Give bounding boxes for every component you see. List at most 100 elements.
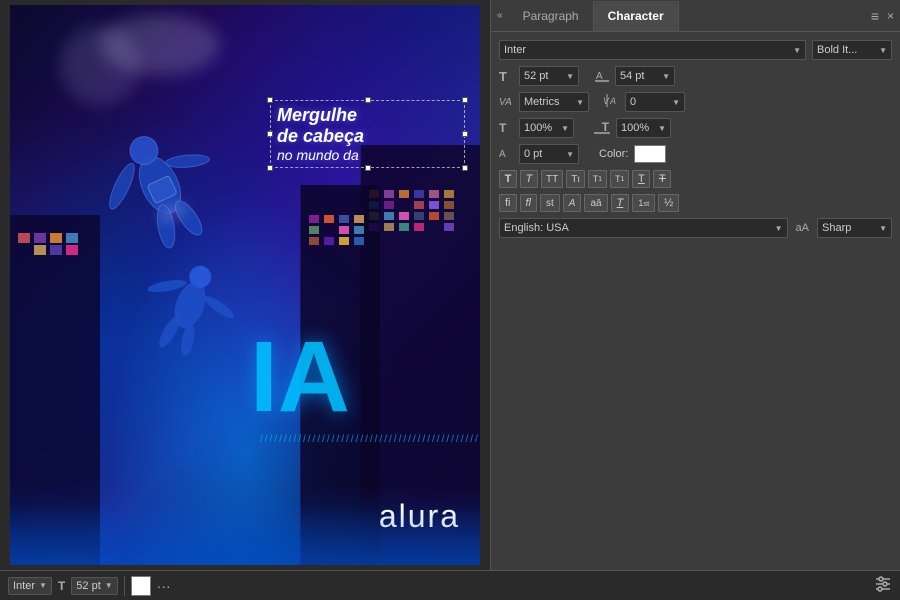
handle-br[interactable] <box>462 165 468 171</box>
liga-alternates-btn[interactable]: A <box>563 194 582 212</box>
color-swatch[interactable] <box>634 145 666 163</box>
font-family-value: Inter <box>504 44 526 56</box>
toolbar-font-value: Inter <box>13 580 35 592</box>
liga-frac-btn[interactable]: T <box>611 194 630 212</box>
typo-allcaps-btn[interactable]: TT <box>541 170 563 188</box>
panel-collapse-btn[interactable]: « <box>497 10 503 21</box>
typo-buttons-row: T T TT Tt T1 T1 T T <box>499 170 892 188</box>
panel-header: « Paragraph Character ≡ × <box>491 0 900 32</box>
typo-super-btn[interactable]: T1 <box>588 170 607 188</box>
handle-mr[interactable] <box>462 131 468 137</box>
toolbar-more-btn[interactable]: ··· <box>157 578 171 594</box>
handle-tl[interactable] <box>267 97 273 103</box>
figure-2-svg <box>130 205 250 408</box>
windows-grid-2 <box>301 205 380 255</box>
baseline-value: 0 pt <box>524 148 542 160</box>
canvas-area: Mergulhe de cabeça no mundo da IA //////… <box>0 0 490 570</box>
baseline-color-row: A 0 pt ▼ Color: <box>499 144 892 164</box>
font-family-arrow: ▼ <box>793 46 801 55</box>
language-value: English: USA <box>504 222 569 234</box>
canvas-text-selection[interactable]: Mergulhe de cabeça no mundo da <box>270 100 465 168</box>
scale-h-input[interactable]: 100% ▼ <box>519 118 574 138</box>
handle-bm[interactable] <box>365 165 371 171</box>
toolbar-divider <box>124 576 125 596</box>
typo-sub-btn[interactable]: T1 <box>610 170 629 188</box>
scale-v-input[interactable]: 100% ▼ <box>616 118 671 138</box>
kerning-icon: VA <box>499 97 513 108</box>
canvas-slash-decoration: ////////////////////////////////////////… <box>260 434 480 445</box>
liga-ord2-btn[interactable]: 1st <box>632 194 655 212</box>
leading-value: 54 pt <box>620 70 644 82</box>
typo-strikethrough-btn[interactable]: T <box>653 170 671 188</box>
language-select[interactable]: English: USA ▼ <box>499 218 788 238</box>
language-row: English: USA ▼ aA Sharp ▼ <box>499 218 892 238</box>
font-family-select[interactable]: Inter ▼ <box>499 40 806 60</box>
leading-input[interactable]: 54 pt ▼ <box>615 66 675 86</box>
canvas-text-line2: de cabeça <box>277 126 458 147</box>
svg-text:T: T <box>601 120 609 134</box>
font-style-select[interactable]: Bold It... ▼ <box>812 40 892 60</box>
font-size-arrow: ▼ <box>566 72 574 81</box>
toolbar-sliders-btn[interactable] <box>874 574 892 597</box>
scale-v-value: 100% <box>621 122 649 134</box>
liga-ordinals-btn[interactable]: aā <box>584 194 607 212</box>
main-area: Mergulhe de cabeça no mundo da IA //////… <box>0 0 900 570</box>
color-label: Color: <box>599 148 628 160</box>
baseline-arrow: ▼ <box>566 150 574 159</box>
handle-ml[interactable] <box>267 131 273 137</box>
panel-close-btn[interactable]: × <box>887 9 894 23</box>
font-size-value: 52 pt <box>524 70 548 82</box>
liga-st-btn[interactable]: st <box>540 194 560 212</box>
panel-collapse-icons: « <box>491 10 509 21</box>
liga-half-btn[interactable]: ½ <box>658 194 679 212</box>
scale-row: T 100% ▼ T 100% ▼ <box>499 118 892 138</box>
liga-buttons-row: fi ﬂ st A aā T 1st ½ <box>499 194 892 212</box>
toolbar-size-select[interactable]: 52 pt ▼ <box>71 577 117 595</box>
typo-smallcaps-btn[interactable]: Tt <box>566 170 584 188</box>
tab-character[interactable]: Character <box>594 1 679 31</box>
handle-tr[interactable] <box>462 97 468 103</box>
tracking-input[interactable]: 0 ▼ <box>625 92 685 112</box>
scale-v-icon: T <box>594 120 610 137</box>
font-row: Inter ▼ Bold It... ▼ <box>499 40 892 60</box>
scale-h-value: 100% <box>524 122 552 134</box>
svg-text:A: A <box>609 96 616 106</box>
antialiasing-value: Sharp <box>822 222 851 234</box>
panel-content: Inter ▼ Bold It... ▼ T 52 pt ▼ A <box>491 32 900 246</box>
typo-italic-btn[interactable]: T <box>520 170 538 188</box>
size-leading-row: T 52 pt ▼ A 54 pt ▼ <box>499 66 892 86</box>
bottom-glow <box>10 505 480 565</box>
baseline-icon: A <box>499 149 513 160</box>
antialiasing-arrow: ▼ <box>879 224 887 233</box>
handle-bl[interactable] <box>267 165 273 171</box>
liga-fi-btn[interactable]: fi <box>499 194 517 212</box>
typo-underline-btn[interactable]: T <box>632 170 650 188</box>
typo-regular-btn[interactable]: T <box>499 170 517 188</box>
font-style-value: Bold It... <box>817 44 857 56</box>
tracking-arrow: ▼ <box>672 98 680 107</box>
kerning-tracking-row: VA Metrics ▼ VA 0 ▼ <box>499 92 892 112</box>
toolbar-size-arrow: ▼ <box>105 581 113 590</box>
liga-fl-btn[interactable]: ﬂ <box>520 194 538 212</box>
antialiasing-select[interactable]: Sharp ▼ <box>817 218 892 238</box>
toolbar-size-value: 52 pt <box>76 580 100 592</box>
size-icon: T <box>499 69 513 84</box>
tracking-value: 0 <box>630 96 636 108</box>
language-arrow: ▼ <box>775 224 783 233</box>
bottom-toolbar: Inter ▼ T 52 pt ▼ ··· <box>0 570 900 600</box>
toolbar-size-icon: T <box>58 579 65 593</box>
handle-tm[interactable] <box>365 97 371 103</box>
kerning-arrow: ▼ <box>576 98 584 107</box>
kerning-select[interactable]: Metrics ▼ <box>519 92 589 112</box>
toolbar-font-select[interactable]: Inter ▼ <box>8 577 52 595</box>
canvas-text-line1: Mergulhe <box>277 105 458 126</box>
font-size-input[interactable]: 52 pt ▼ <box>519 66 579 86</box>
tab-paragraph[interactable]: Paragraph <box>509 1 594 31</box>
font-style-arrow: ▼ <box>879 46 887 55</box>
leading-arrow: ▼ <box>662 72 670 81</box>
scale-h-arrow: ▼ <box>561 124 569 133</box>
baseline-input[interactable]: 0 pt ▼ <box>519 144 579 164</box>
leading-icon: A <box>595 68 609 85</box>
toolbar-color-swatch[interactable] <box>131 576 151 596</box>
panel-menu-icon[interactable]: ≡ <box>871 8 879 24</box>
